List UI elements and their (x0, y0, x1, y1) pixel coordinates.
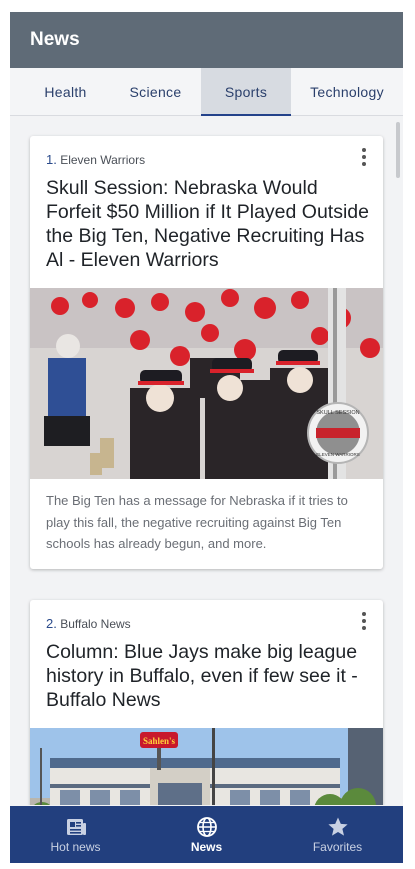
article-title: Skull Session: Nebraska Would Forfeit $5… (46, 177, 369, 271)
tab-technology[interactable]: Technology (291, 68, 403, 116)
tab-science[interactable]: Science (110, 68, 201, 116)
page-title: News (30, 29, 80, 50)
tab-health[interactable]: Health (10, 68, 121, 116)
tab-sports[interactable]: Sports (201, 68, 291, 116)
nav-hot-news[interactable]: Hot news (10, 806, 141, 863)
nav-favorites-label: Favorites (312, 840, 363, 854)
article-card[interactable]: 2. Buffalo News Column: Blue Jays make b… (30, 600, 383, 805)
nav-news[interactable]: News (141, 806, 272, 863)
nav-hot-news-label: Hot news (50, 840, 101, 854)
star-icon (327, 816, 349, 838)
article-image[interactable]: SKULL SESSION ELEVEN WARRIORS (30, 288, 383, 479)
nav-favorites[interactable]: Favorites (272, 806, 403, 863)
newspaper-icon (65, 816, 87, 838)
badge-text-bottom: ELEVEN WARRIORS (316, 452, 360, 457)
article-number: 2. (46, 616, 57, 631)
app-bar: News (10, 12, 403, 68)
article-image[interactable]: Sahlen's (30, 728, 383, 805)
more-options-icon[interactable] (359, 146, 369, 168)
more-options-icon[interactable] (359, 610, 369, 632)
article-meta: 2. Buffalo News (46, 616, 131, 631)
article-source: Eleven Warriors (60, 153, 146, 167)
article-description: The Big Ten has a message for Nebraska i… (46, 493, 348, 551)
category-tabs: Health Science Sports Technology (10, 68, 403, 116)
band-photo: SKULL SESSION ELEVEN WARRIORS (30, 288, 383, 479)
stadium-photo: Sahlen's (30, 728, 383, 805)
article-card[interactable]: 1. Eleven Warriors Skull Session: Nebras… (30, 136, 383, 569)
article-feed[interactable]: 1. Eleven Warriors Skull Session: Nebras… (10, 117, 403, 805)
app-screen: News Health Science Sports Technology 1.… (10, 12, 403, 863)
article-title: Column: Blue Jays make big league histor… (46, 641, 358, 711)
bottom-navigation: Hot news News Favorites (10, 806, 403, 863)
nav-news-label: News (190, 840, 223, 854)
globe-icon (196, 816, 218, 838)
article-source: Buffalo News (60, 617, 131, 631)
article-number: 1. (46, 152, 57, 167)
badge-text-top: SKULL SESSION (316, 410, 359, 416)
article-meta: 1. Eleven Warriors (46, 152, 145, 167)
feed-scrollbar[interactable] (396, 122, 400, 178)
stadium-sign-text: Sahlen's (143, 736, 176, 746)
